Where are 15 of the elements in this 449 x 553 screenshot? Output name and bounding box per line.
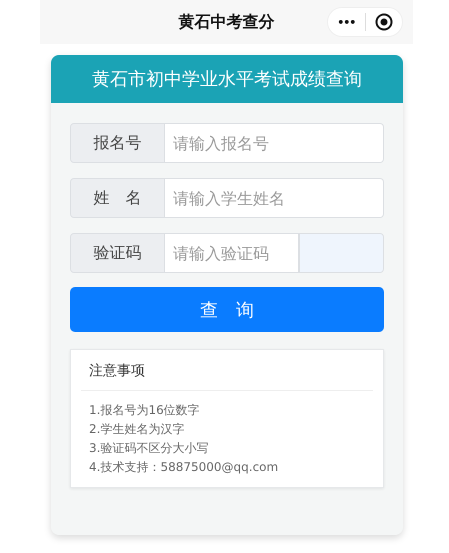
- note-text: 4.技术支持：58875000@qq.com: [89, 459, 280, 476]
- field-label: 姓 名: [70, 178, 165, 218]
- more-button[interactable]: •••: [328, 16, 364, 28]
- window-title: 黄石中考查分: [178, 12, 274, 32]
- input-field[interactable]: 请输入报名号: [165, 123, 384, 163]
- field-label: 验证码: [70, 233, 165, 273]
- note-text: 1.报名号为16位数字: [89, 402, 201, 419]
- card-title: 黄石市初中学业水平考试成绩查询: [51, 55, 403, 103]
- query-button[interactable]: 查 询: [70, 287, 384, 332]
- notes-title: 注意事项: [81, 350, 373, 391]
- note-text: 2.学生姓名为汉字: [89, 421, 186, 438]
- note-text: 3.验证码不区分大小写: [89, 440, 210, 457]
- input-field[interactable]: 请输入学生姓名: [165, 178, 384, 218]
- field-label: 报名号: [70, 123, 165, 163]
- input-field[interactable]: 请输入验证码: [165, 233, 299, 273]
